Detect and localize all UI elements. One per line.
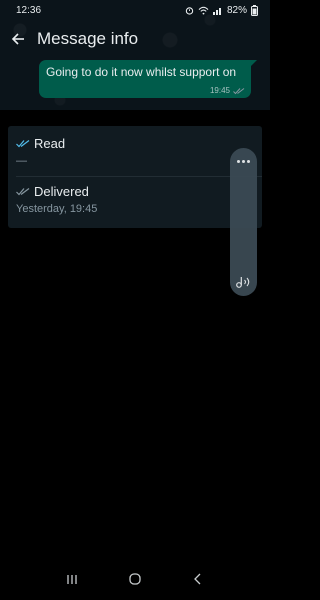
alarm-icon (185, 6, 194, 15)
battery-percent: 82% (226, 4, 247, 16)
nav-back-button[interactable] (183, 564, 213, 594)
recent-apps-icon (67, 574, 77, 584)
audio-icon[interactable] (234, 274, 253, 290)
divider (16, 176, 262, 177)
recent-apps-button[interactable] (57, 564, 87, 594)
app-bar: Message info (0, 22, 270, 56)
read-row: Read — (16, 136, 254, 167)
read-value: — (16, 155, 27, 167)
read-label: Read (34, 136, 66, 151)
arrow-left-icon (11, 33, 24, 45)
read-ticks-icon (16, 140, 30, 148)
status-bar: 12:36 82% (0, 0, 270, 20)
wifi-icon (198, 6, 209, 15)
double-check-icon (233, 87, 245, 94)
message-time: 19:45 (209, 86, 230, 95)
system-nav-bar (0, 558, 270, 600)
message-bubble[interactable]: Going to do it now whilst support on 19:… (39, 60, 257, 98)
floating-side-panel[interactable] (230, 148, 257, 296)
delivered-value: Yesterday, 19:45 (16, 203, 98, 215)
status-time: 12:36 (16, 4, 42, 16)
message-text: Going to do it now whilst support on (46, 65, 237, 79)
nav-back-icon (194, 573, 201, 585)
message-info-card: Read — Delivered Yesterday, 19:45 (8, 126, 262, 228)
message-meta: 19:45 (210, 86, 245, 95)
delivered-row: Delivered Yesterday, 19:45 (16, 184, 254, 215)
delivered-ticks-icon (16, 188, 30, 196)
signal-icon (212, 7, 221, 15)
home-button[interactable] (120, 564, 150, 594)
more-vertical-icon[interactable] (230, 156, 257, 166)
battery-icon (251, 4, 258, 16)
home-icon (129, 573, 141, 585)
back-button[interactable] (0, 22, 36, 56)
status-icons: 82% (185, 4, 258, 16)
delivered-label: Delivered (34, 184, 89, 199)
page-title: Message info (37, 29, 139, 48)
